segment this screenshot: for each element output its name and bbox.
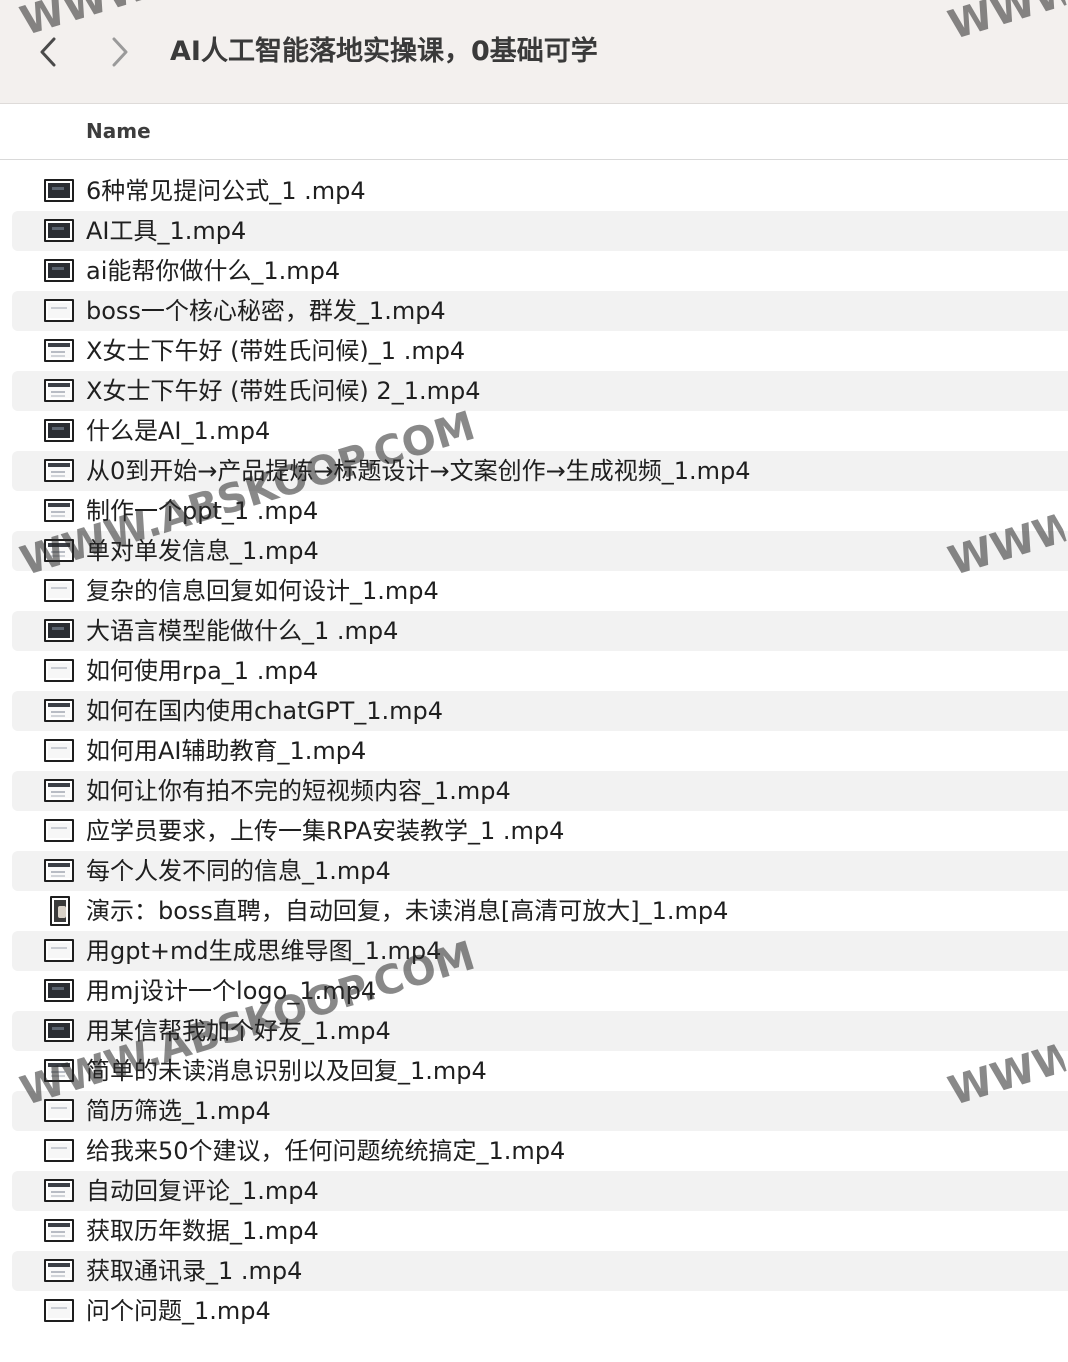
file-row[interactable]: boss一个核心秘密，群发_1.mp4: [12, 291, 1068, 331]
video-file-icon: [44, 459, 74, 482]
file-name: 简历筛选_1.mp4: [86, 1097, 271, 1125]
file-name: 应学员要求，上传一集RPA安装教学_1 .mp4: [86, 817, 565, 845]
file-row[interactable]: AI工具_1.mp4: [12, 211, 1068, 251]
file-name: X女士下午好 (带姓氏问候)_1 .mp4: [86, 337, 466, 365]
file-row[interactable]: 单对单发信息_1.mp4: [12, 531, 1068, 571]
video-file-icon: [44, 659, 74, 682]
video-file-icon: [44, 539, 74, 562]
file-row[interactable]: 如何用AI辅助教育_1.mp4: [12, 731, 1068, 771]
file-name: 用某信帮我加个好友_1.mp4: [86, 1017, 391, 1045]
file-name: 如何让你有拍不完的短视频内容_1.mp4: [86, 777, 511, 805]
file-row[interactable]: 简历筛选_1.mp4: [12, 1091, 1068, 1131]
file-name: 如何使用rpa_1 .mp4: [86, 657, 319, 685]
file-name: 如何用AI辅助教育_1.mp4: [86, 737, 367, 765]
video-file-icon: [44, 1299, 74, 1322]
file-name: 制作一个ppt_1 .mp4: [86, 497, 319, 525]
video-file-icon: [44, 299, 74, 322]
file-name: 复杂的信息回复如何设计_1.mp4: [86, 577, 439, 605]
file-name: 用mj设计一个logo_1.mp4: [86, 977, 377, 1005]
file-name: 单对单发信息_1.mp4: [86, 537, 319, 565]
video-file-icon: [44, 819, 74, 842]
file-row[interactable]: 自动回复评论_1.mp4: [12, 1171, 1068, 1211]
column-header-name[interactable]: Name: [86, 104, 151, 159]
video-file-icon: [44, 1219, 74, 1242]
file-name: X女士下午好 (带姓氏问候) 2_1.mp4: [86, 377, 481, 405]
video-file-icon: [44, 419, 74, 442]
video-file-icon: [44, 939, 74, 962]
video-file-icon: [44, 859, 74, 882]
video-file-icon: [44, 1259, 74, 1282]
file-name: 获取历年数据_1.mp4: [86, 1217, 319, 1245]
file-name: 每个人发不同的信息_1.mp4: [86, 857, 391, 885]
video-file-icon: [44, 619, 74, 642]
file-row[interactable]: 应学员要求，上传一集RPA安装教学_1 .mp4: [12, 811, 1068, 851]
video-file-icon: [44, 579, 74, 602]
video-file-icon: [44, 1059, 74, 1082]
file-name: 6种常见提问公式_1 .mp4: [86, 177, 366, 205]
file-name: 大语言模型能做什么_1 .mp4: [86, 617, 399, 645]
video-file-icon: [44, 779, 74, 802]
video-file-icon: [44, 219, 74, 242]
file-name: 获取通讯录_1 .mp4: [86, 1257, 303, 1285]
window-title: AI人工智能落地实操课，0基础可学: [170, 36, 598, 67]
file-row[interactable]: 如何使用rpa_1 .mp4: [12, 651, 1068, 691]
chevron-right-icon: [112, 37, 128, 67]
file-row[interactable]: 用某信帮我加个好友_1.mp4: [12, 1011, 1068, 1051]
video-file-icon: [44, 699, 74, 722]
video-file-icon: [44, 739, 74, 762]
file-name: 问个问题_1.mp4: [86, 1297, 271, 1325]
file-row[interactable]: 制作一个ppt_1 .mp4: [12, 491, 1068, 531]
video-file-icon: [44, 179, 74, 202]
chevron-left-icon: [40, 37, 56, 67]
file-row[interactable]: X女士下午好 (带姓氏问候)_1 .mp4: [12, 331, 1068, 371]
video-file-icon: [50, 896, 70, 926]
file-row[interactable]: 简单的未读消息识别以及回复_1.mp4: [12, 1051, 1068, 1091]
back-button[interactable]: [30, 30, 66, 74]
video-file-icon: [44, 259, 74, 282]
file-row[interactable]: 给我来50个建议，任何问题统统搞定_1.mp4: [12, 1131, 1068, 1171]
column-header-bar: Name: [0, 104, 1068, 160]
file-row[interactable]: 获取通讯录_1 .mp4: [12, 1251, 1068, 1291]
video-file-icon: [44, 1019, 74, 1042]
file-name: 什么是AI_1.mp4: [86, 417, 271, 445]
file-row[interactable]: 问个问题_1.mp4: [12, 1291, 1068, 1331]
forward-button[interactable]: [102, 30, 138, 74]
file-row[interactable]: 6种常见提问公式_1 .mp4: [12, 171, 1068, 211]
file-row[interactable]: 每个人发不同的信息_1.mp4: [12, 851, 1068, 891]
file-row[interactable]: 复杂的信息回复如何设计_1.mp4: [12, 571, 1068, 611]
file-name: 自动回复评论_1.mp4: [86, 1177, 319, 1205]
video-file-icon: [44, 979, 74, 1002]
file-row[interactable]: 演示：boss直聘，自动回复，未读消息[高清可放大]_1.mp4: [12, 891, 1068, 931]
file-name: 简单的未读消息识别以及回复_1.mp4: [86, 1057, 487, 1085]
toolbar: AI人工智能落地实操课，0基础可学: [0, 0, 1068, 104]
video-file-icon: [44, 339, 74, 362]
file-row[interactable]: 获取历年数据_1.mp4: [12, 1211, 1068, 1251]
video-file-icon: [44, 379, 74, 402]
file-name: 演示：boss直聘，自动回复，未读消息[高清可放大]_1.mp4: [86, 897, 729, 925]
file-name: boss一个核心秘密，群发_1.mp4: [86, 297, 446, 325]
video-file-icon: [44, 1179, 74, 1202]
video-file-icon: [44, 499, 74, 522]
file-row[interactable]: 大语言模型能做什么_1 .mp4: [12, 611, 1068, 651]
file-row[interactable]: 如何让你有拍不完的短视频内容_1.mp4: [12, 771, 1068, 811]
file-row[interactable]: ai能帮你做什么_1.mp4: [12, 251, 1068, 291]
file-row[interactable]: 什么是AI_1.mp4: [12, 411, 1068, 451]
file-name: 从0到开始→产品提炼→标题设计→文案创作→生成视频_1.mp4: [86, 457, 751, 485]
video-file-icon: [44, 1139, 74, 1162]
file-name: ai能帮你做什么_1.mp4: [86, 257, 341, 285]
file-row[interactable]: 用mj设计一个logo_1.mp4: [12, 971, 1068, 1011]
video-file-icon: [44, 1099, 74, 1122]
file-name: 给我来50个建议，任何问题统统搞定_1.mp4: [86, 1137, 566, 1165]
file-row[interactable]: 用gpt+md生成思维导图_1.mp4: [12, 931, 1068, 971]
file-list: 6种常见提问公式_1 .mp4 AI工具_1.mp4 ai能帮你做什么_1.mp4b…: [0, 171, 1068, 1331]
file-row[interactable]: 从0到开始→产品提炼→标题设计→文案创作→生成视频_1.mp4: [12, 451, 1068, 491]
file-row[interactable]: X女士下午好 (带姓氏问候) 2_1.mp4: [12, 371, 1068, 411]
file-name: 如何在国内使用chatGPT_1.mp4: [86, 697, 444, 725]
file-row[interactable]: 如何在国内使用chatGPT_1.mp4: [12, 691, 1068, 731]
file-name: 用gpt+md生成思维导图_1.mp4: [86, 937, 442, 965]
file-name: AI工具_1.mp4: [86, 217, 247, 245]
